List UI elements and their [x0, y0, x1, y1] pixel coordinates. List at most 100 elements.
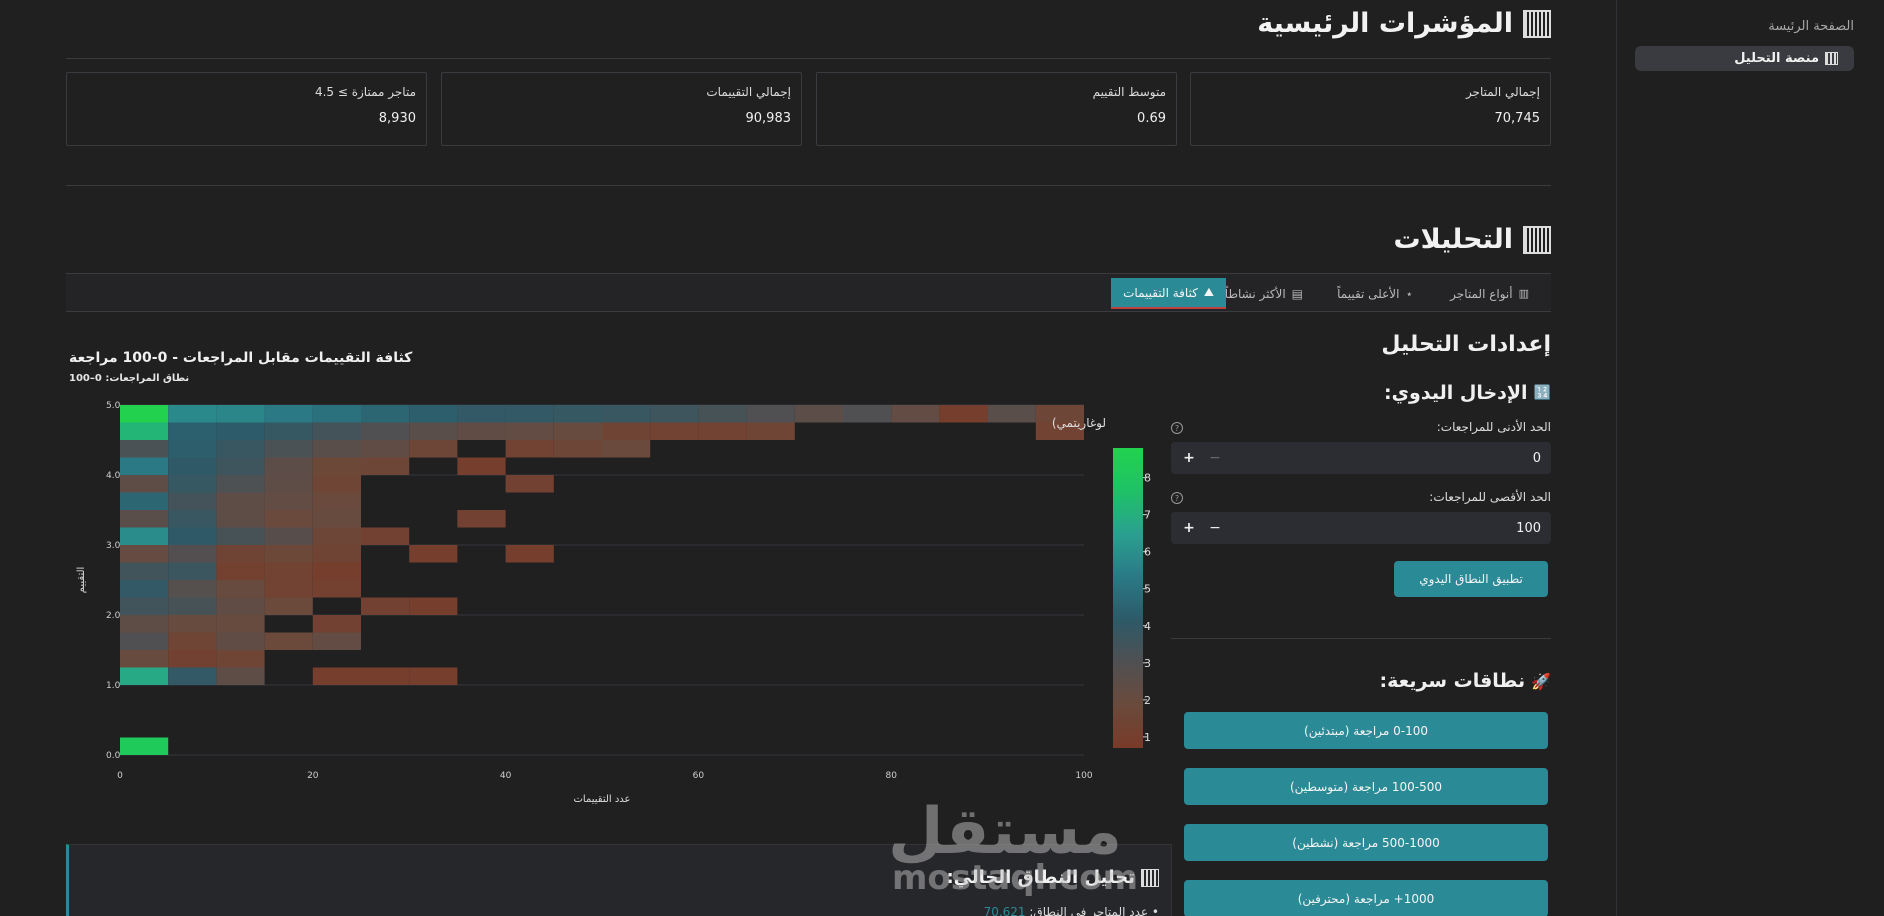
heatmap-cell: [216, 492, 265, 510]
min-reviews-input[interactable]: 0 + −: [1171, 442, 1551, 474]
sidebar-item-label: منصة التحليل: [1734, 51, 1819, 66]
heatmap-cell: [361, 667, 410, 685]
heatmap-cell: [168, 492, 217, 510]
heatmap-cell: [553, 440, 602, 458]
heatmap-cell: [361, 440, 410, 458]
heatmap-cell: [120, 440, 169, 458]
apply-manual-range-button[interactable]: تطبيق النطاق اليدوي: [1394, 561, 1548, 597]
heatmap-cell: [602, 405, 651, 423]
document-icon: ▤: [1291, 286, 1303, 301]
heatmap-cell: [457, 510, 506, 528]
heatmap-cell: [120, 475, 169, 493]
heatmap-cell: [168, 580, 217, 598]
colorbar-tick-label: 6: [1144, 546, 1151, 559]
x-tick-label: 40: [500, 771, 512, 781]
tab-store-types[interactable]: ▥ أنواع المتاجر: [1438, 278, 1541, 309]
colorbar-tick-label: 1: [1144, 731, 1151, 744]
heatmap-cell: [505, 422, 554, 440]
heatmap-cell: [602, 422, 651, 440]
metric-excellent-stores: متاجر ممتازة ≥ 4.5 8,930: [66, 72, 427, 146]
heatmap-cell: [264, 597, 313, 615]
heatmap-cell: [120, 492, 169, 510]
y-tick-label: 1.0: [106, 681, 121, 691]
heatmap-cell: [120, 562, 169, 580]
colorbar-label: لوغاريتمي): [1052, 416, 1106, 431]
calculator-icon: [1523, 225, 1551, 254]
heatmap-cell: [312, 422, 361, 440]
heatmap-cell: [168, 475, 217, 493]
heatmap-cell: [168, 422, 217, 440]
y-tick-label: 5.0: [106, 401, 121, 411]
quick-ranges-title: 🚀 نطاقات سريعة:: [1379, 670, 1551, 692]
heatmap-cell: [361, 527, 410, 545]
metric-label: متاجر ممتازة ≥ 4.5: [314, 85, 416, 99]
divider: [1171, 638, 1551, 639]
heatmap-cell: [120, 405, 169, 423]
divider: [66, 58, 1551, 59]
tab-most-active[interactable]: ▤ الأكثر نشاطاً: [1213, 278, 1315, 309]
metric-avg-rating: متوسط التقييم 0.69: [816, 72, 1177, 146]
heatmap-cell: [312, 457, 361, 475]
heatmap-cell: [216, 615, 265, 633]
decrement-button[interactable]: −: [1205, 450, 1225, 466]
heatmap-cell: [216, 440, 265, 458]
heatmap-cell: [264, 562, 313, 580]
heatmap-cell: [120, 650, 169, 668]
heatmap-cell: [361, 597, 410, 615]
analysis-line-label: عدد المتاجر في النطاق:: [1029, 905, 1149, 916]
y-tick-label: 2.0: [106, 611, 121, 621]
heatmap-cell: [216, 580, 265, 598]
heatmap-cell: [505, 475, 554, 493]
heatmap-cell: [120, 527, 169, 545]
colorbar-tick-label: 4: [1144, 620, 1151, 633]
bar-chart-icon: [1523, 9, 1551, 38]
sidebar-item-analytics[interactable]: منصة التحليل: [1635, 46, 1854, 71]
heatmap-cell: [216, 545, 265, 563]
current-range-analysis: تحليل النطاق الحالي: • عدد المتاجر في ال…: [66, 844, 1172, 916]
heatmap-cell: [312, 667, 361, 685]
metric-label: إجمالي المتاجر: [1465, 85, 1540, 99]
heatmap-cell: [216, 597, 265, 615]
sidebar-item-home[interactable]: الصفحة الرئيسة: [1768, 19, 1854, 34]
decrement-button[interactable]: −: [1205, 520, 1225, 536]
sidebar: الصفحة الرئيسة منصة التحليل: [1616, 0, 1884, 916]
quick-range-button[interactable]: 100-500 مراجعة (متوسطين): [1184, 768, 1548, 805]
rocket-icon: 🚀: [1531, 671, 1551, 691]
increment-button[interactable]: +: [1179, 520, 1199, 536]
heatmap-cell: [168, 615, 217, 633]
quick-range-button[interactable]: 0-100 مراجعة (مبتدئين): [1184, 712, 1548, 749]
heatmap-cell: [120, 580, 169, 598]
quick-range-button[interactable]: 500-1000 مراجعة (نشطين): [1184, 824, 1548, 861]
heatmap-cell: [168, 510, 217, 528]
quick-range-button[interactable]: 1000+ مراجعة (محترفين): [1184, 880, 1548, 916]
settings-title: إعدادات التحليل: [1381, 332, 1551, 357]
heatmap-cell: [361, 422, 410, 440]
y-tick-label: 3.0: [106, 541, 121, 551]
heatmap-cell: [216, 405, 265, 423]
heatmap-cell: [409, 597, 458, 615]
analysis-settings: إعدادات التحليل 🔢 الإدخال اليدوي: الحد ا…: [1171, 320, 1551, 916]
heatmap-cell: [264, 405, 313, 423]
heatmap-cell: [409, 545, 458, 563]
max-reviews-value: 100: [1516, 520, 1541, 536]
heatmap-cell: [312, 405, 361, 423]
heatmap-cell: [939, 405, 988, 423]
analysis-title: تحليل النطاق الحالي:: [946, 867, 1159, 888]
max-reviews-input[interactable]: 100 + −: [1171, 512, 1551, 544]
tab-ratings-density[interactable]: ⛰ كثافة التقييمات: [1111, 278, 1226, 309]
increment-button[interactable]: +: [1179, 450, 1199, 466]
heatmap-cell: [168, 667, 217, 685]
heatmap-cell: [120, 597, 169, 615]
heatmap-cell: [457, 405, 506, 423]
heatmap-cell: [216, 475, 265, 493]
x-tick-label: 100: [1075, 771, 1092, 781]
heatmap-cell: [264, 632, 313, 650]
heatmap-cell: [746, 422, 795, 440]
heatmap-cell: [264, 440, 313, 458]
x-tick-label: 80: [885, 771, 897, 781]
heatmap-cell: [794, 405, 843, 423]
tab-top-rated[interactable]: ⋆ الأعلى تقييماً: [1325, 278, 1425, 309]
heatmap-cell: [505, 405, 554, 423]
heatmap-cell: [120, 422, 169, 440]
heatmap-cell: [216, 650, 265, 668]
